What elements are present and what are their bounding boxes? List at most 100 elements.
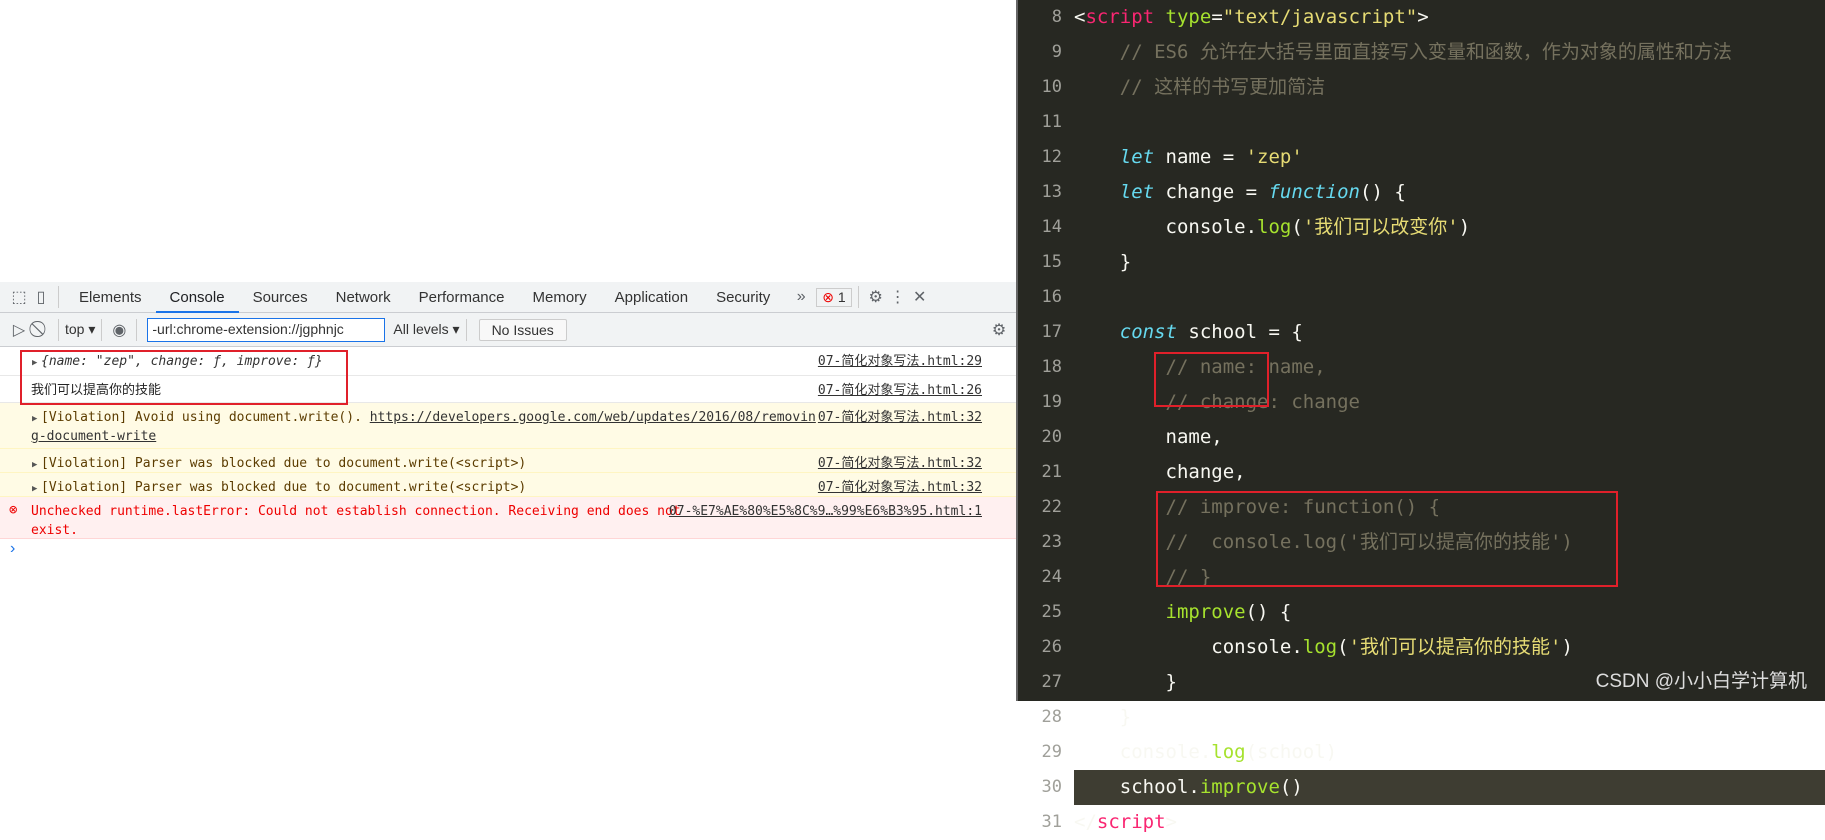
source-link[interactable]: 07-简化对象写法.html:32 xyxy=(818,408,982,427)
code-line[interactable]: 9 // ES6 允许在大括号里面直接写入变量和函数，作为对象的属性和方法 xyxy=(1018,35,1825,70)
live-expression-eye-icon[interactable]: ◉ xyxy=(108,320,130,340)
code-token: 'zep' xyxy=(1245,146,1303,168)
devtools-pane: ⬚ ▯ Elements Console Sources Network Per… xyxy=(0,0,1016,701)
code-line[interactable]: 26 console.log('我们可以提高你的技能') xyxy=(1018,630,1825,665)
kebab-menu-icon[interactable]: ⋮ xyxy=(887,287,909,307)
code-line[interactable]: 19 // change: change xyxy=(1018,385,1825,420)
source-link[interactable]: 07-简化对象写法.html:29 xyxy=(818,352,982,371)
code-text: name, xyxy=(1074,420,1223,455)
code-text: console.log('我们可以提高你的技能') xyxy=(1074,630,1573,665)
source-link[interactable]: 07-%E7%AE%80%E5%8C%9…%99%E6%B3%95.html:1 xyxy=(669,502,982,521)
line-number: 11 xyxy=(1041,112,1062,132)
code-text: school.improve() xyxy=(1074,770,1303,805)
source-link[interactable]: 07-简化对象写法.html:32 xyxy=(818,454,982,473)
error-count-badge[interactable]: ⊗ 1 xyxy=(816,287,852,307)
code-token: () xyxy=(1279,776,1303,798)
line-number: 27 xyxy=(1041,672,1062,692)
line-number: 28 xyxy=(1041,707,1062,727)
code-line[interactable]: 16 xyxy=(1018,280,1825,315)
console-settings-gear-icon[interactable]: ⚙ xyxy=(988,320,1010,340)
code-line[interactable]: 28 } xyxy=(1018,700,1825,735)
console-warning: ▶ [Violation] Parser was blocked due to … xyxy=(0,449,1016,473)
show-sidebar-icon[interactable]: ▷ xyxy=(8,320,30,340)
console-toolbar: ▷ ⃠ top ▾ ◉ -url:chrome-extension://jgph… xyxy=(0,313,1016,347)
tab-application[interactable]: Application xyxy=(601,282,702,313)
code-token: > xyxy=(1165,811,1177,833)
tab-elements[interactable]: Elements xyxy=(65,282,156,313)
code-token: log xyxy=(1257,216,1292,238)
context-selector[interactable]: top ▾ xyxy=(65,321,95,338)
line-number: 12 xyxy=(1041,147,1062,167)
line-number: 8 xyxy=(1051,7,1062,27)
code-line[interactable]: 18 // name: name, xyxy=(1018,350,1825,385)
close-icon[interactable]: ✕ xyxy=(909,287,931,307)
code-token: log xyxy=(1211,741,1246,763)
code-line[interactable]: 10 // 这样的书写更加简洁 xyxy=(1018,70,1825,105)
message-text: [Violation] Parser was blocked due to do… xyxy=(41,456,527,471)
code-token: let xyxy=(1119,181,1155,203)
source-link[interactable]: 07-简化对象写法.html:32 xyxy=(818,478,982,497)
code-token: < xyxy=(1074,6,1086,28)
code-line[interactable]: 21 change, xyxy=(1018,455,1825,490)
code-token: ) xyxy=(1458,216,1471,238)
code-editor[interactable]: 8 <script type="text/javascript"> 9 // ES6… xyxy=(1016,0,1825,833)
code-text: // 这样的书写更加简洁 xyxy=(1074,70,1325,105)
log-levels-dropdown[interactable]: All levels ▾ xyxy=(393,321,459,338)
tab-performance[interactable]: Performance xyxy=(405,282,519,313)
message-text: [Violation] Avoid using document.write()… xyxy=(41,410,370,425)
tab-console[interactable]: Console xyxy=(155,282,239,313)
error-icon: ⊗ xyxy=(9,502,18,518)
code-token: } xyxy=(1074,706,1132,728)
code-line[interactable]: 20 name, xyxy=(1018,420,1825,455)
tab-memory[interactable]: Memory xyxy=(519,282,601,313)
code-line[interactable]: 30 school.improve() xyxy=(1042,770,1825,805)
inspect-element-icon[interactable]: ⬚ xyxy=(8,287,30,307)
line-number: 20 xyxy=(1041,427,1062,447)
code-line[interactable]: 15 } xyxy=(1018,245,1825,280)
code-token: ( xyxy=(1337,636,1349,658)
code-line[interactable]: 13 let change = function() { xyxy=(1018,175,1825,210)
tab-security[interactable]: Security xyxy=(702,282,784,313)
settings-gear-icon[interactable]: ⚙ xyxy=(865,287,887,307)
code-token: console. xyxy=(1074,636,1303,658)
console-filter-input[interactable]: -url:chrome-extension://jgphnjc xyxy=(147,317,386,342)
clear-console-icon[interactable]: ⃠ xyxy=(30,321,52,339)
code-line[interactable]: 8 <script type="text/javascript"> xyxy=(1018,0,1825,35)
code-line[interactable]: 12 let name = 'zep' xyxy=(1018,140,1825,175)
device-toolbar-icon[interactable]: ▯ xyxy=(30,287,52,307)
code-text: change, xyxy=(1074,455,1246,490)
tab-sources[interactable]: Sources xyxy=(239,282,322,313)
code-line[interactable]: 11 xyxy=(1018,105,1825,140)
code-token: } xyxy=(1074,671,1177,693)
code-line[interactable]: 17 const school = { xyxy=(1018,315,1825,350)
console-prompt[interactable]: › xyxy=(10,540,1000,564)
line-number: 25 xyxy=(1041,602,1062,622)
divider xyxy=(58,318,59,341)
divider xyxy=(465,318,467,341)
expand-arrow-icon[interactable]: ▶ xyxy=(32,410,37,429)
code-line[interactable]: 14 console.log('我们可以改变你') xyxy=(1018,210,1825,245)
code-token: improve xyxy=(1165,601,1246,623)
code-text: // ES6 允许在大括号里面直接写入变量和函数，作为对象的属性和方法 xyxy=(1074,35,1732,70)
code-line[interactable]: 25 improve() { xyxy=(1018,595,1825,630)
line-number: 14 xyxy=(1041,217,1062,237)
code-token: ( xyxy=(1291,216,1303,238)
issues-button[interactable]: No Issues xyxy=(478,318,567,341)
source-link[interactable]: 07-简化对象写法.html:26 xyxy=(818,381,982,400)
code-text: let name = 'zep' xyxy=(1074,140,1303,175)
tab-network[interactable]: Network xyxy=(322,282,405,313)
code-line[interactable]: 29 console.log(school) xyxy=(1018,735,1825,770)
line-number: 22 xyxy=(1041,497,1062,517)
code-token: "text/javascript" xyxy=(1222,6,1418,28)
code-token: '我们可以改变你' xyxy=(1302,216,1459,238)
code-token: > xyxy=(1417,6,1429,28)
code-token: script xyxy=(1085,6,1155,28)
more-tabs-icon[interactable]: » xyxy=(790,288,812,306)
code-line[interactable]: 31 </script> xyxy=(1018,805,1825,840)
code-text: </script> xyxy=(1074,805,1177,840)
line-number: 29 xyxy=(1041,742,1062,762)
